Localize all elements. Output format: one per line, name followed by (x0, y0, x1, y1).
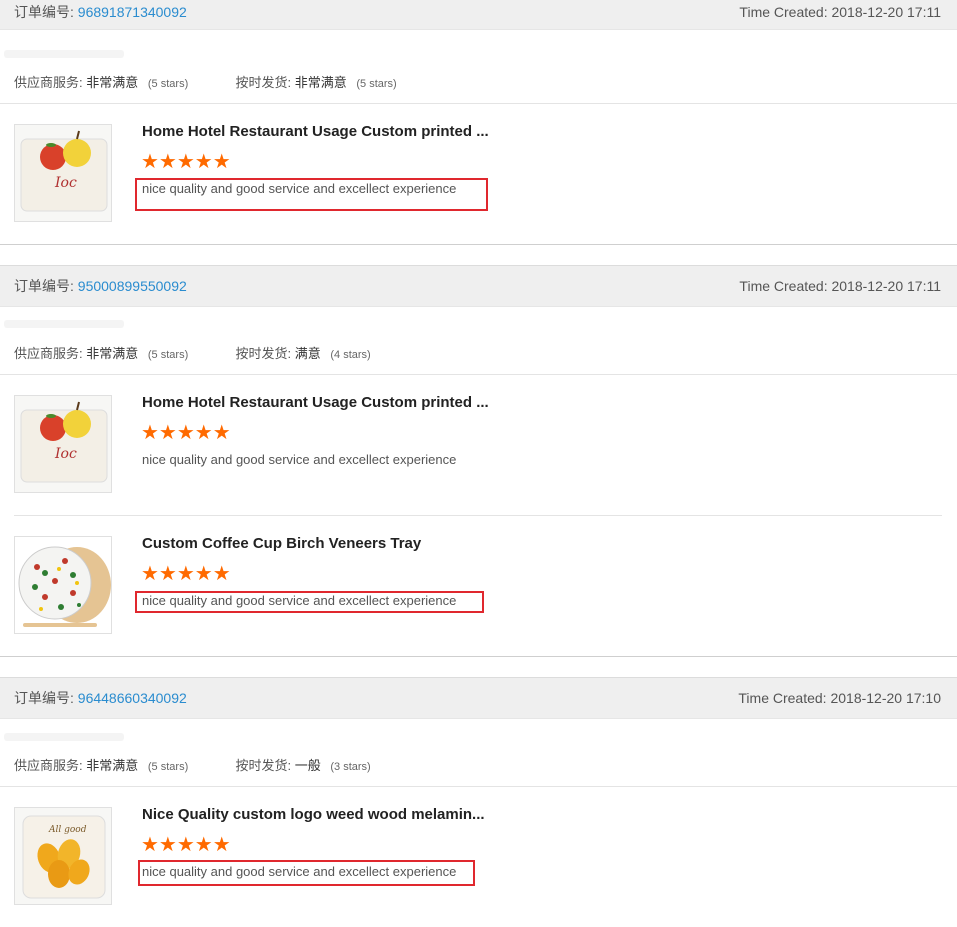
time-created: Time Created: 2018-12-20 17:11 (739, 278, 941, 294)
order-card: 订单编号: 96448660340092 Time Created: 2018-… (0, 677, 957, 719)
product-thumbnail-tray-apples[interactable]: Ioc (14, 395, 112, 493)
ontime-stars: (3 stars) (330, 761, 371, 773)
supplier-service-value: 非常满意 (86, 346, 139, 361)
product-title-link[interactable]: Nice Quality custom logo weed wood melam… (142, 806, 485, 823)
product-thumbnail-mango-tray[interactable]: All good (14, 807, 112, 905)
product-title-link[interactable]: Custom Coffee Cup Birch Veneers Tray (142, 535, 421, 552)
supplier-service-stars: (5 stars) (147, 761, 189, 773)
order-number-label: 订单编号: (14, 278, 74, 294)
order-number-label: 订单编号: (14, 4, 74, 20)
order-rating-summary: 供应商服务: 非常满意 (5 stars) 按时发货: 一般 (3 stars) (14, 755, 371, 774)
highlight-box (135, 178, 488, 211)
ontime-value: 一般 (294, 758, 321, 773)
order-divider (0, 656, 957, 657)
order-header: 订单编号: 96891871340092 Time Created: 2018-… (0, 0, 957, 30)
ontime-stars: (5 stars) (356, 78, 397, 90)
redacted-text (4, 733, 124, 741)
time-created: Time Created: 2018-12-20 17:10 (738, 690, 941, 706)
ontime-value: 非常满意 (294, 75, 347, 90)
supplier-service-label: 供应商服务: (14, 758, 83, 773)
highlight-box (135, 591, 484, 613)
redacted-text (4, 320, 124, 328)
supplier-service-label: 供应商服务: (14, 75, 83, 90)
supplier-service-value: 非常满意 (86, 75, 139, 90)
order-rating-summary: 供应商服务: 非常满意 (5 stars) 按时发货: 非常满意 (5 star… (14, 72, 397, 91)
time-created: Time Created: 2018-12-20 17:11 (739, 4, 941, 20)
item-divider (14, 515, 942, 516)
ontime-label: 按时发货: (235, 346, 292, 361)
svg-text:All good: All good (48, 825, 87, 835)
divider (0, 786, 957, 787)
ontime-stars: (4 stars) (330, 349, 371, 361)
star-rating: ★★★★★ (141, 422, 231, 444)
order-rating-summary: 供应商服务: 非常满意 (5 stars) 按时发货: 满意 (4 stars) (14, 343, 371, 362)
product-thumbnail-tray-apples[interactable]: Ioc (14, 124, 112, 222)
ontime-value: 满意 (294, 346, 321, 361)
order-number-link[interactable]: 96448660340092 (78, 690, 187, 706)
divider (0, 103, 957, 104)
svg-text:Ioc: Ioc (54, 446, 77, 462)
star-rating: ★★★★★ (141, 834, 231, 856)
order-divider (0, 244, 957, 245)
supplier-service-value: 非常满意 (86, 758, 139, 773)
supplier-service-stars: (5 stars) (147, 349, 189, 361)
redacted-text (4, 50, 124, 58)
product-title-link[interactable]: Home Hotel Restaurant Usage Custom print… (142, 123, 489, 140)
order-number-link[interactable]: 96891871340092 (78, 4, 187, 20)
order-header: 订单编号: 96448660340092 Time Created: 2018-… (0, 677, 957, 719)
highlight-box (138, 860, 475, 886)
product-thumbnail-floral-tray[interactable] (14, 536, 112, 634)
svg-text:Ioc: Ioc (54, 175, 77, 191)
order-number-label: 订单编号: (14, 690, 74, 706)
order-card: 订单编号: 95000899550092 Time Created: 2018-… (0, 265, 957, 307)
order-header: 订单编号: 95000899550092 Time Created: 2018-… (0, 265, 957, 307)
ontime-label: 按时发货: (235, 75, 292, 90)
ontime-label: 按时发货: (235, 758, 292, 773)
product-title-link[interactable]: Home Hotel Restaurant Usage Custom print… (142, 394, 489, 411)
supplier-service-stars: (5 stars) (147, 78, 189, 90)
supplier-service-label: 供应商服务: (14, 346, 83, 361)
order-number-link[interactable]: 95000899550092 (78, 278, 187, 294)
star-rating: ★★★★★ (141, 563, 231, 585)
review-text: nice quality and good service and excell… (142, 452, 457, 467)
star-rating: ★★★★★ (141, 151, 231, 173)
divider (0, 374, 957, 375)
